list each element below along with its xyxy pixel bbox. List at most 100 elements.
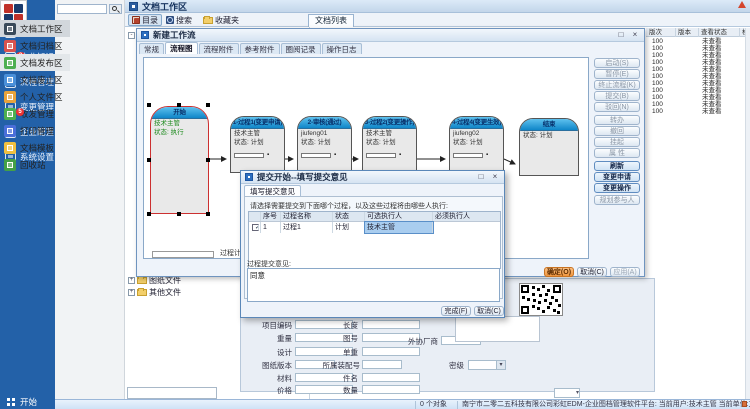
refresh-button[interactable]: 刷新 xyxy=(594,161,640,171)
column-header-view-status[interactable]: 查看状态 xyxy=(701,28,727,37)
optional-executor-cell[interactable]: 技术主管 xyxy=(365,222,433,233)
nav-item-doc-publish[interactable]: 文档发布区 xyxy=(0,54,70,71)
tree-item-other-files[interactable]: + 其他文件 xyxy=(128,287,181,298)
maximize-button[interactable]: □ xyxy=(614,30,628,40)
comment-textarea[interactable] xyxy=(247,268,500,302)
table-row[interactable]: 100 未查看 xyxy=(646,80,750,87)
dialog-titlebar[interactable]: 提交开始--填写提交意见 xyxy=(241,171,504,184)
selection-handle[interactable] xyxy=(206,103,210,107)
node-process-1[interactable]: 1-过程1(变更申请) 技术主管 状态: 计划 ▪ xyxy=(230,116,285,173)
table-row[interactable]: 100 未查看 xyxy=(646,66,750,73)
progress-bar xyxy=(234,153,264,158)
tree-root-expander-icon[interactable]: - xyxy=(128,32,135,39)
table-scrollbar[interactable] xyxy=(745,28,750,399)
properties-button[interactable]: 属 性 xyxy=(594,148,640,158)
selection-handle[interactable] xyxy=(147,103,151,107)
change-operation-button[interactable]: 变更操作 xyxy=(594,183,640,193)
tab-doc-list[interactable]: 文档列表 xyxy=(308,14,354,27)
suspend-button[interactable]: 挂起 xyxy=(594,137,640,147)
node-start[interactable]: 开始 技术主管 状态: 执行 xyxy=(150,106,209,214)
finish-button[interactable]: 完成(F) xyxy=(441,306,471,316)
part-name-field[interactable] xyxy=(362,373,420,382)
tab-general[interactable]: 常规 xyxy=(139,43,164,54)
search-toolbar-button[interactable]: 搜索 xyxy=(163,14,195,26)
reject-button[interactable]: 驳回(N) xyxy=(594,102,640,112)
plan-participants-button[interactable]: 规划参与人 xyxy=(594,195,640,205)
dialog-maximize-button[interactable]: □ xyxy=(474,172,488,182)
process-table-row[interactable]: ✓ 1 过程1 计划 技术主管 xyxy=(249,222,500,233)
table-row[interactable]: 100 未查看 xyxy=(646,45,750,52)
submit-button[interactable]: 提交(B) xyxy=(594,91,640,101)
doc-publish-icon xyxy=(4,57,16,69)
quantity-field[interactable] xyxy=(362,385,420,394)
expander-icon[interactable]: + xyxy=(128,277,135,284)
node-review[interactable]: 2-审核(通过) jiufeng01 状态: 计划 ▪ xyxy=(297,116,352,173)
favorites-button[interactable]: 收藏夹 xyxy=(200,14,242,26)
nav-item-print[interactable]: 打印管理 xyxy=(0,122,70,139)
dialog-cancel-button[interactable]: 取消(C) xyxy=(474,306,504,316)
table-row[interactable]: 100 未查看 xyxy=(646,52,750,59)
table-row[interactable]: 100 未查看 xyxy=(646,87,750,94)
tab-operation-log[interactable]: 操作日志 xyxy=(322,43,362,54)
workflow-window-titlebar[interactable]: 新建工作流 xyxy=(137,29,644,42)
search-button[interactable] xyxy=(109,4,122,14)
selection-handle[interactable] xyxy=(206,212,210,216)
change-request-button[interactable]: 变更申请 xyxy=(594,172,640,182)
search-icon xyxy=(112,6,117,11)
tab-reference-attachments[interactable]: 参考附件 xyxy=(240,43,280,54)
column-header-version[interactable]: 版本 xyxy=(678,28,691,37)
selection-handle[interactable] xyxy=(147,158,151,162)
ok-button[interactable]: 确定(O) xyxy=(544,267,574,277)
nav-item-doc-archive[interactable]: 文档归档区 xyxy=(0,37,70,54)
pause-button[interactable]: 暂停(E) xyxy=(594,69,640,79)
node-process-4[interactable]: 4-过程4(变更生效) jiufeng02 状态: 计划 ▪ xyxy=(449,116,504,173)
length-field[interactable] xyxy=(362,320,420,329)
table-row[interactable]: 100 未查看 xyxy=(646,101,750,108)
assembly-no-field[interactable] xyxy=(362,360,402,369)
selection-handle[interactable] xyxy=(206,158,210,162)
unit-weight-field[interactable] xyxy=(362,347,420,356)
nav-item-send-receive[interactable]: 5 收发管理 xyxy=(0,105,70,122)
progress-bar xyxy=(366,153,396,158)
nav-item-doc-obsolete[interactable]: 文档废止区 xyxy=(0,71,70,88)
badge: 5 xyxy=(16,108,24,116)
apply-button[interactable]: 应用(A) xyxy=(610,267,640,277)
withdraw-button[interactable]: 撤回 xyxy=(594,126,640,136)
nav-item-doc-workspace[interactable]: 文档工作区 xyxy=(0,20,70,37)
search-input[interactable] xyxy=(57,4,107,14)
tab-review-records[interactable]: 圈阅记录 xyxy=(281,43,321,54)
tab-flowchart[interactable]: 流程图 xyxy=(165,42,198,54)
table-row[interactable]: 100 未查看 xyxy=(646,59,750,66)
nav-item-recycle-bin[interactable]: 回收站 xyxy=(0,156,70,173)
start-flow-button[interactable]: 启动(S) xyxy=(594,58,640,68)
catalog-button[interactable]: 目录 xyxy=(128,14,162,26)
start-button[interactable]: 开始 xyxy=(0,394,55,409)
personal-files-icon xyxy=(4,91,16,103)
selection-handle[interactable] xyxy=(177,103,181,107)
checkbox-checked[interactable]: ✓ xyxy=(252,224,259,231)
selection-handle[interactable] xyxy=(177,212,181,216)
table-row[interactable]: 100 未查看 xyxy=(646,94,750,101)
selection-handle[interactable] xyxy=(147,212,151,216)
close-button[interactable]: × xyxy=(628,30,642,40)
cancel-button[interactable]: 取消(C) xyxy=(577,267,607,277)
nav-item-personal-files[interactable]: 个人文件区 xyxy=(0,88,70,105)
nav-item-doc-template[interactable]: 文档模板 xyxy=(0,139,70,156)
terminate-flow-button[interactable]: 终止流程(K) xyxy=(594,80,640,90)
table-row[interactable]: 100 未查看 xyxy=(646,73,750,80)
tab-process-attachments[interactable]: 流程附件 xyxy=(199,43,239,54)
dialog-tab-fill-opinion[interactable]: 填写提交意见 xyxy=(244,185,301,196)
page-title: 文档工作区 xyxy=(142,0,187,13)
print-icon xyxy=(4,125,16,137)
table-row[interactable]: 100 未查看 xyxy=(646,38,750,45)
node-process-2[interactable]: 3-过程2(变更操作) 技术主管 状态: 计划 ▪ xyxy=(362,116,417,173)
dialog-close-button[interactable]: × xyxy=(488,172,502,182)
transfer-button[interactable]: 转办 xyxy=(594,115,640,125)
expander-icon[interactable]: + xyxy=(128,289,135,296)
window-titlebar: 文档工作区 xyxy=(125,0,750,13)
secret-level-select[interactable]: ▾ xyxy=(468,360,506,370)
node-end[interactable]: 结束 状态: 计划 xyxy=(519,118,579,176)
column-header-rev[interactable]: 版次 xyxy=(649,28,662,37)
mini-combo[interactable]: ▾ xyxy=(554,388,580,398)
table-row[interactable]: 100 未查看 xyxy=(646,108,750,115)
